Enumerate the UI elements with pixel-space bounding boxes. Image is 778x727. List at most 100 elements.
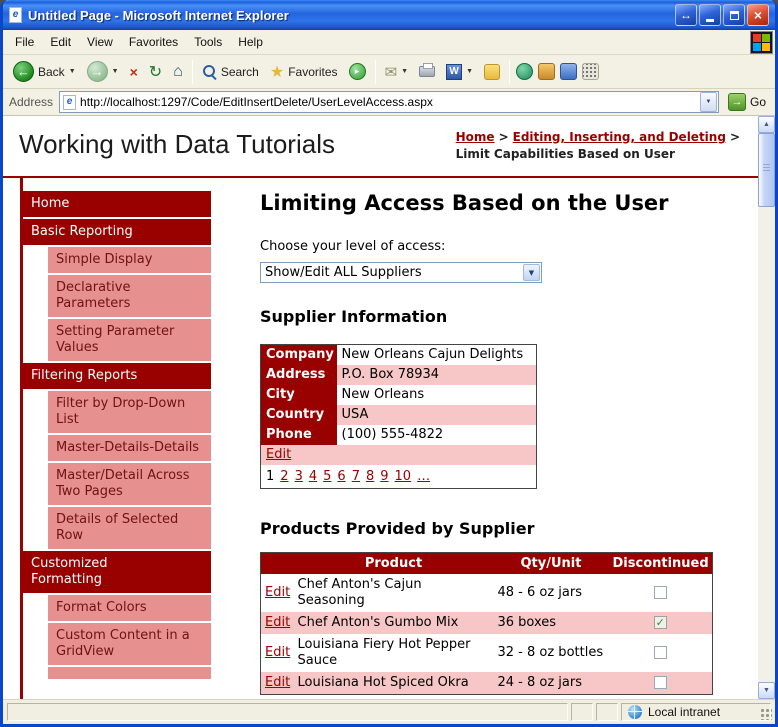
go-button[interactable]: → Go [725, 93, 769, 111]
product-edit-link[interactable]: Edit [265, 615, 290, 630]
chevron-down-icon: ▼ [705, 99, 712, 105]
site-title: Working with Data Tutorials [19, 129, 335, 159]
pager-row: 1 2 3 4 5 6 7 8 9 10 … [261, 465, 537, 489]
discontinued-checkbox [653, 675, 667, 689]
sidebar-item-declarative-parameters[interactable]: Declarative Parameters [48, 275, 211, 317]
address-input[interactable]: e http://localhost:1297/Code/EditInsertD… [59, 91, 719, 113]
pager-ellipsis-link[interactable]: … [417, 469, 430, 484]
sidebar-item-details-of-selected-row[interactable]: Details of Selected Row [48, 507, 211, 549]
highlight-tool-icon[interactable] [538, 63, 556, 80]
supplier-edit-link[interactable]: Edit [266, 447, 291, 462]
forward-button[interactable]: → ▼ [82, 57, 124, 87]
pager-page-link[interactable]: 3 [295, 469, 303, 484]
pager-page-link[interactable]: 8 [366, 469, 374, 484]
edit-with-word-button[interactable]: W ▼ [441, 57, 478, 87]
search-button[interactable]: Search [197, 57, 264, 87]
menu-file[interactable]: File [7, 30, 42, 54]
field-value: P.O. Box 78934 [336, 364, 537, 385]
media-button[interactable]: ▸ [344, 57, 371, 87]
minimize-button[interactable] [699, 4, 721, 26]
sidebar-item-home[interactable]: Home [23, 191, 211, 217]
pager-page-link[interactable]: 5 [323, 469, 331, 484]
address-dropdown-button[interactable]: ▼ [699, 92, 717, 112]
messenger-button[interactable] [479, 57, 505, 87]
window-title: Untitled Page - Microsoft Internet Explo… [28, 7, 289, 23]
close-button[interactable]: × [747, 4, 769, 26]
pager-page-link[interactable]: 6 [337, 469, 345, 484]
breadcrumb-home-link[interactable]: Home [456, 130, 495, 144]
menu-view[interactable]: View [79, 30, 121, 54]
menu-favorites[interactable]: Favorites [121, 30, 186, 54]
search-label: Search [220, 64, 259, 79]
select-dropdown-button[interactable]: ▼ [523, 264, 540, 281]
scroll-up-button[interactable]: ▲ [758, 116, 775, 133]
page-title: Limiting Access Based on the User [260, 191, 669, 215]
status-pane [571, 702, 593, 721]
favorites-button[interactable]: ★ Favorites [265, 57, 343, 87]
products-section-title: Products Provided by Supplier [260, 518, 535, 538]
title-bar: e Untitled Page - Microsoft Internet Exp… [3, 0, 775, 30]
field-value: (100) 555-4822 [341, 427, 444, 442]
pager-page-link[interactable]: 2 [280, 469, 288, 484]
sidebar-item-filter-by-dropdown-list[interactable]: Filter by Drop-Down List [48, 391, 211, 433]
edit-row: Edit [260, 444, 537, 465]
vertical-scrollbar[interactable]: ▲ ▼ [758, 116, 775, 699]
window-resize-grip[interactable] [759, 707, 772, 720]
stop-button[interactable]: × [125, 57, 143, 87]
menu-help[interactable]: Help [230, 30, 271, 54]
globe-tool-icon[interactable] [516, 63, 534, 80]
product-edit-link[interactable]: Edit [265, 645, 290, 660]
research-tool-icon[interactable] [560, 63, 578, 80]
maximize-button[interactable] [723, 4, 745, 26]
pager: 1 2 3 4 5 6 7 8 9 10 … [261, 465, 537, 489]
sidebar-item-custom-content-gridview[interactable]: Custom Content in a GridView [48, 623, 211, 665]
field-label: Company [260, 344, 337, 365]
scroll-down-button[interactable]: ▼ [758, 682, 775, 699]
back-button[interactable]: ← Back ▼ [8, 57, 81, 87]
menu-tools[interactable]: Tools [186, 30, 230, 54]
page-body: Home Basic Reporting Simple Display Decl… [3, 178, 758, 699]
pager-page-link[interactable]: 4 [309, 469, 317, 484]
qty-column-header: Qty/Unit [493, 552, 609, 574]
back-label: Back [38, 64, 65, 79]
grid-tool-icon[interactable] [582, 63, 600, 80]
refresh-button[interactable]: ↻ [144, 57, 167, 87]
sidebar-item-master-detail-two-pages[interactable]: Master/Detail Across Two Pages [48, 463, 211, 505]
mail-button[interactable]: ✉ ▼ [380, 57, 414, 87]
address-url: http://localhost:1297/Code/EditInsertDel… [80, 95, 433, 109]
ie-e-glyph: e [12, 9, 19, 20]
go-label: Go [749, 95, 766, 109]
scrollbar-thumb[interactable] [758, 133, 775, 207]
status-bar: Local intranet [3, 699, 775, 723]
sidebar-item-filtering-reports[interactable]: Filtering Reports [23, 363, 211, 389]
pager-current-page: 1 [266, 468, 275, 484]
pager-page-link[interactable]: 7 [352, 469, 360, 484]
product-edit-link[interactable]: Edit [265, 585, 290, 600]
sidebar-item-customized-formatting[interactable]: Customized Formatting [23, 551, 211, 593]
sidebar-item-master-details-details[interactable]: Master-Details-Details [48, 435, 211, 461]
chevron-down-icon: ▼ [528, 268, 535, 277]
discontinued-column-header: Discontinued [608, 552, 713, 574]
resize-button[interactable]: ↔ [675, 4, 697, 26]
access-level-select[interactable]: Show/Edit ALL Suppliers ▼ [260, 262, 542, 283]
home-button[interactable]: ⌂ [168, 57, 188, 87]
sidebar-item-basic-reporting[interactable]: Basic Reporting [23, 219, 211, 245]
pager-page-link[interactable]: 9 [380, 469, 388, 484]
favorites-icon: ★ [269, 63, 285, 81]
breadcrumb-section-link[interactable]: Editing, Inserting, and Deleting [513, 130, 726, 144]
menu-edit[interactable]: Edit [42, 30, 79, 54]
sidebar-item-simple-display[interactable]: Simple Display [48, 247, 211, 273]
table-row: Edit Louisiana Fiery Hot Pepper Sauce 32… [261, 634, 713, 672]
home-icon: ⌂ [173, 62, 183, 80]
sidebar-item-partial[interactable] [48, 667, 211, 679]
supplier-details-table: Company New Orleans Cajun Delights Addre… [260, 344, 537, 489]
field-label: Phone [260, 424, 337, 445]
product-edit-link[interactable]: Edit [265, 675, 290, 690]
sidebar-item-setting-parameter-values[interactable]: Setting Parameter Values [48, 319, 211, 361]
sidebar-item-format-colors[interactable]: Format Colors [48, 595, 211, 621]
table-row: Phone (100) 555-4822 [260, 424, 537, 445]
product-name: Chef Anton's Gumbo Mix [293, 611, 494, 634]
field-value: New Orleans Cajun Delights [341, 347, 524, 363]
print-button[interactable] [414, 57, 440, 87]
pager-page-link[interactable]: 10 [395, 469, 412, 484]
